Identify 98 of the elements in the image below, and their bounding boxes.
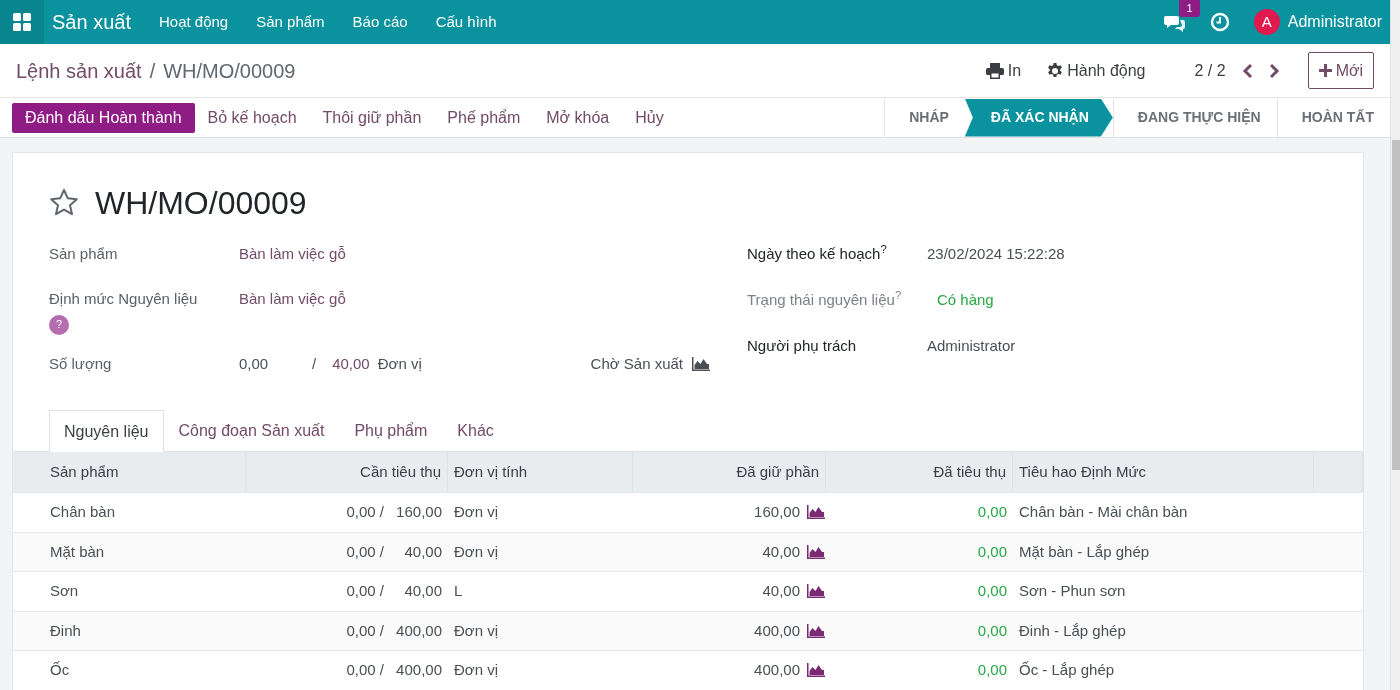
action-button[interactable]: Đánh dấu Hoàn thành	[12, 102, 195, 133]
table-cell-text: 0,00 /	[346, 581, 384, 601]
table-cell-text: Đinh - Lắp ghép	[1019, 620, 1126, 641]
field-label: Người phụ trách	[747, 336, 858, 356]
help-icon[interactable]: ?	[49, 314, 69, 335]
forecast-chart-icon[interactable]	[806, 662, 826, 679]
field-value: Administrator	[927, 336, 1016, 356]
avatar[interactable]: A	[1253, 9, 1280, 35]
new-button[interactable]: Mới	[1307, 52, 1374, 89]
breadcrumb-separator: /	[149, 58, 156, 84]
notification-badge: 1	[1179, 0, 1200, 18]
field-label: Số lượng	[49, 354, 113, 374]
action-button[interactable]: Thôi giữ phần	[309, 102, 435, 133]
table-cell-text: L	[454, 581, 463, 601]
scrollbar-thumb[interactable]	[1392, 140, 1400, 470]
table-cell-text: 400,00	[395, 620, 442, 641]
chart-icon[interactable]	[691, 356, 711, 373]
quantity-value: 40,00	[332, 354, 370, 374]
table-cell-text: Sơn - Phun sơn	[1019, 581, 1126, 601]
gear-icon	[1047, 62, 1064, 79]
table-cell-text: 400,00	[395, 660, 442, 680]
tab[interactable]: Phụ phẩm	[339, 410, 443, 451]
table-cell-text: Đơn vị	[454, 620, 498, 641]
field-label: Trạng thái nguyên liệu$^{?}$	[747, 289, 903, 310]
field-label: Sản phẩm	[49, 244, 119, 264]
breadcrumb-current: WH/MO/00009	[163, 58, 296, 84]
printer-icon	[985, 62, 1004, 79]
table-cell-text: Sơn	[49, 581, 80, 601]
forecast-chart-icon[interactable]	[806, 543, 826, 560]
star-icon[interactable]	[49, 188, 79, 218]
app-name[interactable]: Sản xuất	[44, 7, 145, 37]
quantity-separator: /	[312, 354, 317, 374]
record-title: WH/MO/00009	[95, 184, 307, 223]
menu-item[interactable]: Hoạt động	[144, 10, 243, 34]
table-cell-text: Đinh	[49, 620, 82, 641]
forecast-chart-icon[interactable]	[806, 504, 826, 521]
table-cell-text: 40,00	[762, 581, 800, 601]
unit-label: Đơn vị	[377, 354, 422, 374]
table-cell-text: 40,00	[762, 541, 800, 562]
production-status: Chờ Sản xuất	[590, 354, 683, 374]
table-cell-text: Chân bàn - Mài chân bàn	[1019, 502, 1188, 522]
field-value: Có hàng	[937, 290, 994, 310]
field-value[interactable]: Bàn làm việc gỗ	[239, 243, 346, 288]
table-cell-text: Ốc	[49, 660, 71, 680]
user-name[interactable]: Administrator	[1287, 10, 1382, 34]
table-cell-text: Ốc - Lắp ghép	[1019, 660, 1115, 680]
table-cell-text: 40,00	[403, 541, 442, 562]
table-row[interactable]: Đinh 0,00 / 400,00 Đơn vị 400,00 0,00 Đinh - Lắp ghép	[13, 610, 1363, 650]
print-button[interactable]: In	[984, 57, 1023, 84]
field-label: Định mức Nguyên liệu	[49, 289, 199, 309]
table-cell-text: 0,00 /	[346, 502, 384, 522]
table-row[interactable]: Mặt bàn 0,00 / 40,00 Đơn vị 40,00 0,00 Mặt bàn - Lắp ghép	[13, 531, 1363, 571]
breadcrumb-link[interactable]: Lệnh sản xuất	[16, 55, 142, 86]
table-cell-text: Đơn vị	[454, 660, 498, 680]
tab[interactable]: Nguyên liệu	[49, 410, 164, 452]
action-button[interactable]: Bỏ kế hoạch	[194, 102, 310, 133]
table-cell-text: 0,00 /	[346, 620, 384, 641]
action-button[interactable]: Hủy	[622, 102, 677, 133]
field-value[interactable]: Bàn làm việc gỗ	[239, 288, 346, 355]
tab[interactable]: Công đoạn Sản xuất	[163, 410, 340, 451]
action-button[interactable]: Phế phẩm	[434, 102, 534, 133]
table-cell-text: 0,00	[977, 581, 1007, 601]
menu-item[interactable]: Sản phẩm	[242, 10, 339, 34]
forecast-chart-icon[interactable]	[806, 583, 826, 600]
pager-value: 2 / 2	[1194, 60, 1226, 81]
table-cell-text: Đơn vị	[454, 502, 498, 522]
table-cell-text: Đơn vị	[454, 541, 498, 562]
tab[interactable]: Khác	[442, 410, 509, 451]
menu-item[interactable]: Báo cáo	[338, 10, 422, 34]
action-button[interactable]: Mở khóa	[533, 102, 623, 133]
table-cell-text: 160,00	[754, 502, 800, 522]
table-cell-text: Mặt bàn	[49, 541, 106, 562]
table-cell-text: 0,00 /	[346, 660, 384, 680]
chat-icon[interactable]	[1163, 13, 1186, 32]
table-cell-text: 400,00	[754, 620, 800, 641]
previous-icon[interactable]	[1241, 62, 1254, 79]
field-value: 23/02/2024 15:22:28	[927, 244, 1065, 264]
action-button[interactable]: Hành động	[1046, 57, 1147, 84]
scrollbar[interactable]	[1390, 0, 1400, 690]
table-cell-text: 0,00 /	[346, 541, 384, 562]
table-cell-text: Chân bàn	[49, 502, 117, 522]
next-icon[interactable]	[1267, 62, 1280, 79]
table-cell-text: 0,00	[977, 620, 1007, 641]
clock-icon[interactable]	[1209, 12, 1230, 32]
table-cell-text: 40,00	[403, 581, 442, 601]
table-cell-text: 0,00	[977, 660, 1007, 680]
quantity-value: 0,00	[239, 354, 270, 374]
forecast-chart-icon[interactable]	[806, 622, 826, 639]
menu-item[interactable]: Cấu hình	[421, 10, 511, 34]
table-cell-text: 160,00	[395, 502, 442, 522]
table-cell-text: 0,00	[977, 541, 1007, 562]
table-cell-text: 0,00	[977, 502, 1007, 522]
status-stage[interactable]: ĐÃ XÁC NHẬN	[964, 98, 1113, 137]
table-cell-text: 400,00	[754, 660, 800, 680]
apps-menu-icon[interactable]	[13, 13, 31, 31]
plus-icon	[1318, 64, 1332, 77]
table-cell-text: Mặt bàn - Lắp ghép	[1019, 541, 1150, 562]
field-label: Ngày theo kế hoạch$^{?}$	[747, 243, 888, 264]
